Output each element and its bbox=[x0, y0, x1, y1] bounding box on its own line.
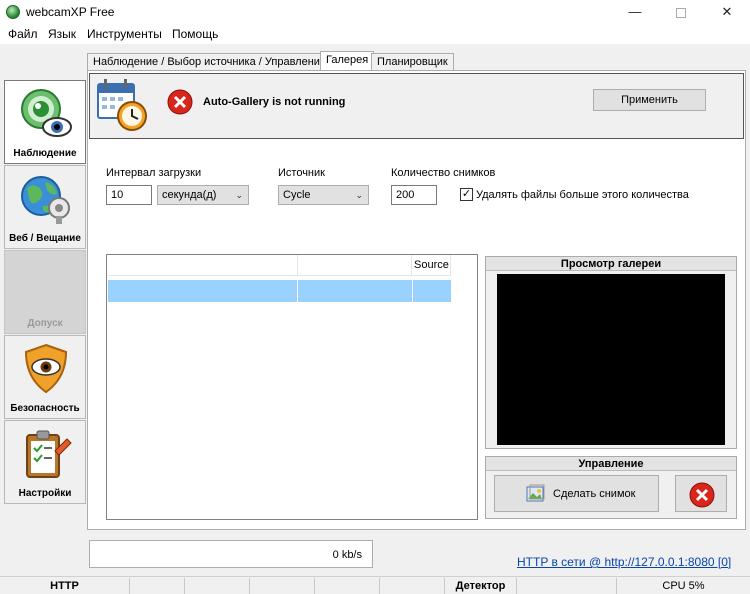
control-title: Управление bbox=[486, 457, 736, 471]
take-snapshot-button[interactable]: Сделать снимок bbox=[494, 475, 659, 512]
sidebar-item-label: Веб / Вещание bbox=[9, 233, 81, 244]
status-cell bbox=[315, 578, 380, 594]
snapshot-photo-icon bbox=[526, 484, 545, 502]
status-cell bbox=[250, 578, 315, 594]
sidebar-item-settings[interactable]: Настройки bbox=[4, 420, 86, 504]
status-detector: Детектор bbox=[445, 578, 517, 594]
tab-surveillance[interactable]: Наблюдение / Выбор источника / Управлени… bbox=[87, 53, 333, 70]
list-column-header-source[interactable]: Source bbox=[412, 255, 451, 276]
status-cpu: CPU 5% bbox=[662, 580, 705, 592]
eye-lens-icon bbox=[21, 89, 72, 137]
table-row[interactable] bbox=[108, 280, 451, 302]
interval-label: Интервал загрузки bbox=[106, 167, 202, 179]
calendar-clock-icon bbox=[97, 79, 147, 131]
tab-gallery[interactable]: Галерея bbox=[320, 51, 375, 71]
shield-eye-icon bbox=[24, 343, 68, 394]
sidebar-item-label: Допуск bbox=[27, 318, 63, 329]
stop-button[interactable] bbox=[675, 475, 727, 512]
take-snapshot-label: Сделать снимок bbox=[553, 488, 636, 500]
error-icon bbox=[167, 89, 193, 115]
sidebar-item-label: Настройки bbox=[18, 488, 72, 499]
menu-tools[interactable]: Инструменты bbox=[87, 27, 162, 41]
status-cell bbox=[380, 578, 445, 594]
row-divider bbox=[412, 280, 413, 302]
chevron-down-icon: ⌄ bbox=[235, 190, 243, 200]
menu-help[interactable]: Помощь bbox=[172, 27, 218, 41]
list-column-header[interactable] bbox=[108, 255, 298, 276]
status-bar: HTTP Детектор CPU 5% bbox=[0, 576, 750, 594]
row-divider bbox=[297, 280, 298, 302]
transfer-rate: 0 kb/s bbox=[332, 549, 362, 561]
close-icon bbox=[689, 482, 715, 508]
menu-file[interactable]: Файл bbox=[8, 27, 38, 41]
count-label: Количество снимков bbox=[391, 167, 496, 179]
close-window-button[interactable]: ✕ bbox=[704, 0, 750, 25]
window-title: webcamXP Free bbox=[26, 5, 115, 19]
sidebar-item-surveillance[interactable]: Наблюдение bbox=[4, 80, 86, 164]
gallery-preview-screen bbox=[497, 274, 725, 445]
list-column-header[interactable] bbox=[298, 255, 412, 276]
sidebar-item-security[interactable]: Безопасность bbox=[4, 335, 86, 419]
minimize-button[interactable]: — bbox=[612, 0, 658, 25]
menu-bar: Файл Язык Инструменты Помощь bbox=[0, 25, 750, 44]
delete-files-checkbox[interactable]: ✓ bbox=[460, 188, 473, 201]
sidebar-item-access: Допуск bbox=[4, 250, 86, 334]
tab-scheduler[interactable]: Планировщик bbox=[371, 53, 454, 70]
status-cell bbox=[130, 578, 185, 594]
source-value: Cycle bbox=[283, 189, 311, 201]
http-server-link[interactable]: HTTP в сети @ http://127.0.0.1:8080 [0] bbox=[517, 555, 731, 569]
source-select[interactable]: Cycle ⌄ bbox=[278, 185, 369, 205]
interval-unit-value: секунда(д) bbox=[162, 189, 217, 201]
clipboard-pencil-icon bbox=[26, 430, 72, 478]
source-label: Источник bbox=[278, 167, 325, 179]
status-cell bbox=[185, 578, 250, 594]
webcamxp-app-icon bbox=[6, 5, 20, 19]
status-cell bbox=[517, 578, 617, 594]
gallery-preview-title: Просмотр галереи bbox=[486, 257, 736, 271]
globe-broadcast-icon bbox=[21, 176, 70, 224]
maximize-button[interactable] bbox=[658, 0, 704, 25]
maximize-icon bbox=[676, 7, 686, 18]
interval-unit-select[interactable]: секунда(д) ⌄ bbox=[157, 185, 249, 205]
chevron-down-icon: ⌄ bbox=[355, 190, 363, 200]
gallery-status-text: Auto-Gallery is not running bbox=[203, 96, 346, 108]
sidebar-item-label: Безопасность bbox=[10, 403, 80, 414]
sidebar-item-web-broadcast[interactable]: Веб / Вещание bbox=[4, 165, 86, 249]
transfer-rate-box: 0 kb/s bbox=[89, 540, 373, 568]
sidebar-item-label: Наблюдение bbox=[13, 148, 77, 159]
apply-button[interactable]: Применить bbox=[593, 89, 706, 111]
delete-files-label: Удалять файлы больше этого количества bbox=[476, 189, 689, 201]
menu-language[interactable]: Язык bbox=[48, 27, 76, 41]
status-http: HTTP bbox=[0, 578, 130, 594]
interval-input[interactable]: 10 bbox=[106, 185, 152, 205]
count-input[interactable]: 200 bbox=[391, 185, 437, 205]
